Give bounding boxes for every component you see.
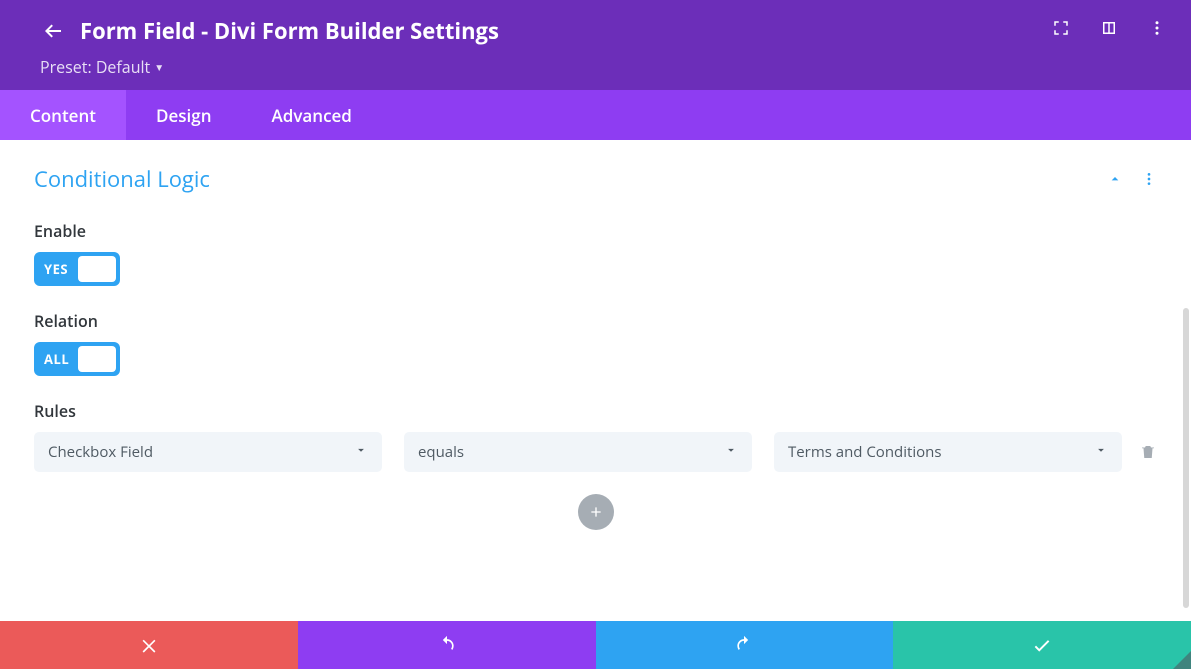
resize-handle[interactable] [1173,651,1191,669]
delete-rule-button[interactable] [1138,441,1157,463]
section-header: Conditional Logic [34,164,1157,194]
footer-actions [0,621,1191,669]
rule-operator-value: equals [418,442,464,462]
header-actions [1051,18,1167,38]
label-relation: Relation [34,310,1157,332]
add-rule-button[interactable] [578,494,614,530]
chevron-up-icon[interactable] [1107,171,1123,187]
section-kebab-icon[interactable] [1141,171,1157,187]
tab-bar: Content Design Advanced [0,90,1191,140]
chevron-down-icon [354,442,368,462]
modal-title: Form Field - Divi Form Builder Settings [80,16,499,46]
settings-body: Conditional Logic Enable YES Relation AL… [0,140,1191,621]
kebab-icon[interactable] [1147,18,1167,38]
toggle-knob [78,346,116,372]
field-relation: Relation ALL [34,310,1157,376]
preset-row: Preset: Default ▼ [40,52,1191,82]
toggle-relation[interactable]: ALL [34,342,120,376]
chevron-down-icon [724,442,738,462]
tab-design[interactable]: Design [126,90,242,140]
cancel-button[interactable] [0,621,298,669]
responsive-icon[interactable] [1099,18,1119,38]
rule-field-value: Checkbox Field [48,442,153,462]
caret-down-icon: ▼ [154,60,164,74]
tab-advanced[interactable]: Advanced [242,90,382,140]
undo-button[interactable] [298,621,596,669]
tab-content[interactable]: Content [0,90,126,140]
section-conditional-logic: Conditional Logic Enable YES Relation AL… [0,140,1191,540]
save-button[interactable] [893,621,1191,669]
rule-field-select[interactable]: Checkbox Field [34,432,382,472]
expand-icon[interactable] [1051,18,1071,38]
rule-value-select[interactable]: Terms and Conditions [774,432,1122,472]
rule-value-value: Terms and Conditions [788,442,942,462]
redo-button[interactable] [596,621,894,669]
field-enable: Enable YES [34,220,1157,286]
section-title[interactable]: Conditional Logic [34,164,210,194]
header-top-row: Form Field - Divi Form Builder Settings [40,8,1191,54]
toggle-knob [78,256,116,282]
section-header-actions [1107,171,1157,187]
rule-row: Checkbox Field equals Terms and Conditio… [34,432,1157,472]
preset-selector[interactable]: Preset: Default [40,56,150,78]
back-button[interactable] [40,18,66,44]
label-rules: Rules [34,400,1157,422]
field-rules: Rules Checkbox Field equals Terms and Co… [34,400,1157,530]
toggle-enable-value: YES [44,260,68,278]
toggle-relation-value: ALL [44,350,69,368]
scrollbar[interactable] [1183,308,1189,608]
label-enable: Enable [34,220,1157,242]
toggle-enable[interactable]: YES [34,252,120,286]
settings-header: Form Field - Divi Form Builder Settings … [0,0,1191,90]
chevron-down-icon [1094,442,1108,462]
rule-operator-select[interactable]: equals [404,432,752,472]
